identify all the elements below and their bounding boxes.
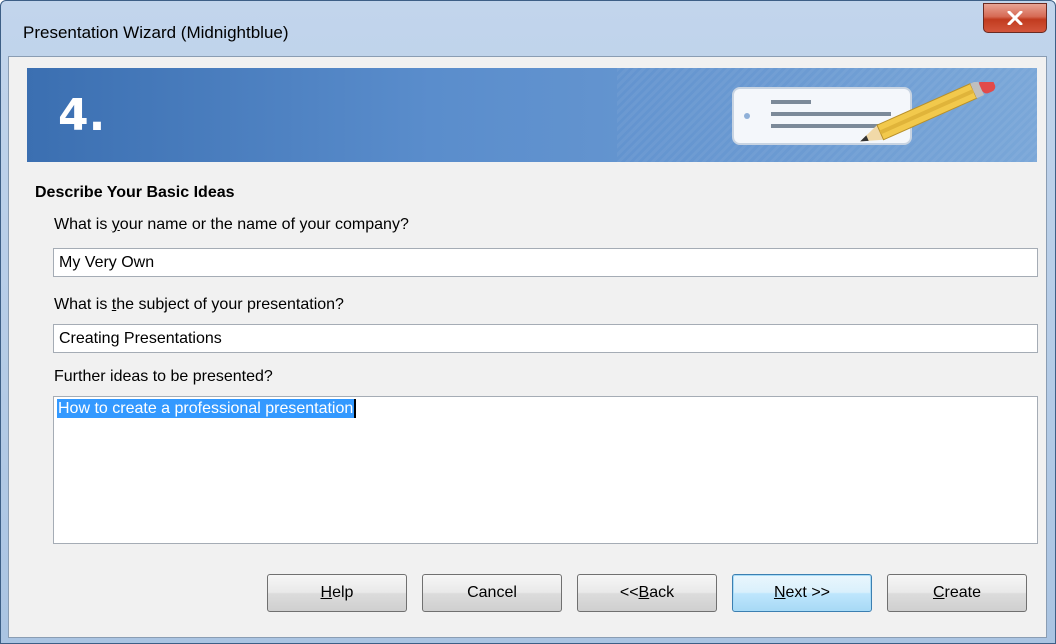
section-title: Describe Your Basic Ideas	[35, 184, 235, 201]
notepad-pencil-icon	[732, 82, 996, 145]
title-bar[interactable]: Presentation Wizard (Midnightblue)	[1, 1, 1055, 57]
create-button[interactable]: Create	[887, 574, 1027, 612]
subject-field[interactable]: Creating Presentations	[53, 324, 1038, 353]
selected-ideas-text: How to create a professional presentatio…	[57, 399, 357, 418]
step-number: 4.	[58, 90, 106, 141]
subject-label: What is the subject of your presentation…	[54, 296, 344, 313]
window-title: Presentation Wizard (Midnightblue)	[23, 23, 289, 42]
close-icon	[1007, 11, 1023, 25]
ideas-label: Further ideas to be presented?	[54, 368, 273, 385]
next-button[interactable]: Next >>	[732, 574, 872, 612]
company-name-field[interactable]: My Very Own	[53, 248, 1038, 277]
ideas-textarea[interactable]: How to create a professional presentatio…	[53, 396, 1038, 544]
back-button[interactable]: << Back	[577, 574, 717, 612]
close-button[interactable]	[983, 3, 1047, 33]
company-name-label: What is your name or the name of your co…	[54, 216, 409, 233]
help-button[interactable]: Help	[267, 574, 407, 612]
cancel-button[interactable]: Cancel	[422, 574, 562, 612]
